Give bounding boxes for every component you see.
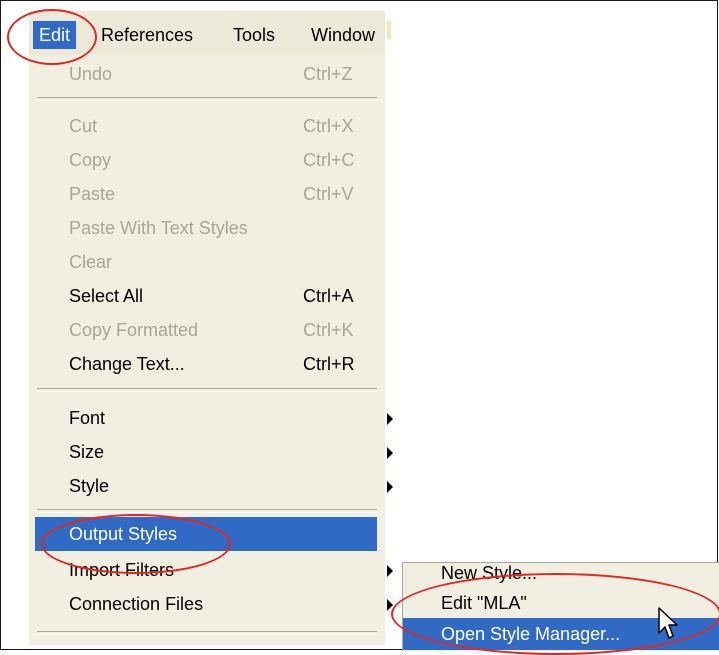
menu-item-shortcut: Ctrl+K	[303, 320, 354, 340]
submenu-arrow-icon	[387, 599, 393, 611]
menu-item-shortcut: Ctrl+R	[303, 354, 355, 374]
menu-references[interactable]: References	[95, 21, 199, 49]
menu-bar-overflow	[387, 21, 391, 39]
menu-item-label: Clear	[69, 252, 113, 272]
submenu-arrow-icon	[387, 447, 393, 459]
screenshot-frame: Edit References Tools Window Undo Ctrl+Z…	[0, 0, 719, 655]
menu-separator	[37, 97, 377, 101]
menu-item-label: Change Text...	[69, 354, 185, 374]
menu-item-connection-files[interactable]: Connection Files	[37, 587, 393, 621]
menu-item-change-text[interactable]: Change Text... Ctrl+R	[37, 347, 377, 381]
menu-bar: Edit References Tools Window	[29, 11, 385, 55]
menu-item-font[interactable]: Font	[37, 401, 393, 435]
menu-item-label: Paste	[69, 184, 116, 204]
submenu-arrow-icon	[387, 413, 393, 425]
submenu-item-new-style[interactable]: New Style...	[403, 557, 719, 589]
menu-item-label: Paste With Text Styles	[69, 218, 248, 238]
menu-item-label: Cut	[69, 116, 98, 136]
menu-item-label: Connection Files	[69, 594, 204, 614]
menu-item-copy-formatted[interactable]: Copy Formatted Ctrl+K	[37, 313, 377, 347]
menu-item-shortcut: Ctrl+A	[303, 286, 354, 306]
menu-item-style[interactable]: Style	[37, 469, 393, 503]
menu-item-cut[interactable]: Cut Ctrl+X	[37, 109, 377, 143]
menu-item-size[interactable]: Size	[37, 435, 393, 469]
menu-edit[interactable]: Edit	[33, 21, 77, 49]
menu-item-label: Copy	[69, 150, 112, 170]
menu-separator	[37, 509, 377, 513]
menu-item-shortcut: Ctrl+X	[303, 116, 354, 136]
menu-item-label: Copy Formatted	[69, 320, 199, 340]
menu-item-shortcut: Ctrl+C	[303, 150, 355, 170]
menu-item-label: Output Styles	[69, 524, 178, 544]
menu-item-label: Font	[69, 408, 106, 428]
menu-tools[interactable]: Tools	[227, 21, 281, 49]
menu-item-label: Style	[69, 476, 110, 496]
menu-item-clear[interactable]: Clear	[37, 245, 377, 279]
submenu-item-label: Open Style Manager...	[441, 624, 621, 644]
menu-item-output-styles[interactable]: Output Styles	[35, 517, 391, 551]
submenu-item-label: Edit "MLA"	[441, 593, 527, 613]
menu-window[interactable]: Window	[305, 21, 381, 49]
menu-item-label: Size	[69, 442, 105, 462]
menu-item-label: Import Filters	[69, 560, 175, 580]
menu-item-paste[interactable]: Paste Ctrl+V	[37, 177, 377, 211]
menu-item-label: Undo	[69, 64, 113, 84]
mouse-pointer-icon	[658, 607, 678, 639]
menu-item-undo[interactable]: Undo Ctrl+Z	[37, 57, 377, 91]
menu-separator	[37, 631, 377, 635]
submenu-arrow-icon	[387, 565, 393, 577]
submenu-arrow-icon	[385, 529, 391, 541]
menu-item-shortcut: Ctrl+Z	[303, 64, 353, 84]
edit-dropdown-menu: Undo Ctrl+Z Cut Ctrl+X Copy Ctrl+C Paste…	[29, 55, 393, 645]
menu-separator	[37, 388, 377, 392]
menu-item-select-all[interactable]: Select All Ctrl+A	[37, 279, 377, 313]
menu-item-label: Select All	[69, 286, 144, 306]
menu-item-copy[interactable]: Copy Ctrl+C	[37, 143, 377, 177]
menu-item-paste-with-text-styles[interactable]: Paste With Text Styles	[37, 211, 377, 245]
menu-item-import-filters[interactable]: Import Filters	[37, 553, 393, 587]
menu-item-shortcut: Ctrl+V	[303, 184, 354, 204]
submenu-item-label: New Style...	[441, 563, 538, 583]
submenu-arrow-icon	[387, 481, 393, 493]
